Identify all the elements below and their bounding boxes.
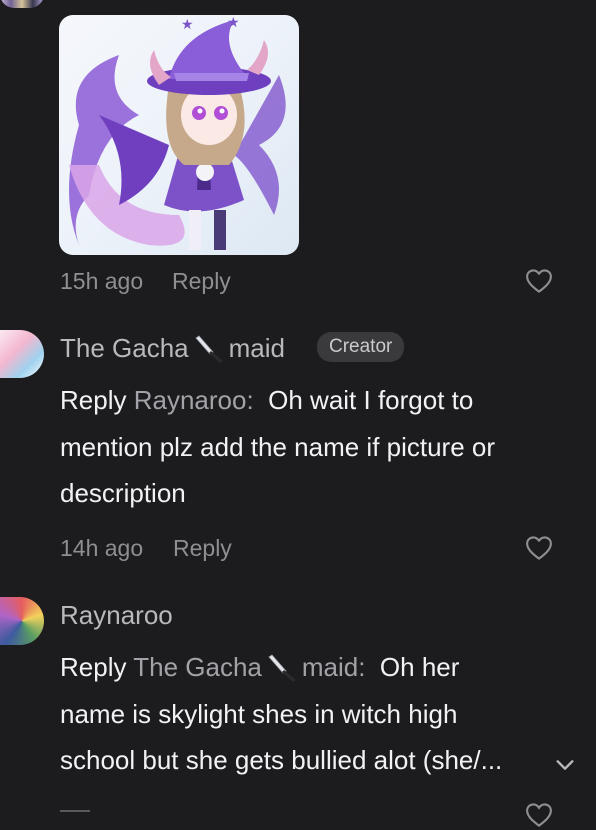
author-name-suffix: maid	[228, 333, 285, 363]
next-timestamp-clipped	[60, 800, 100, 812]
reply-button[interactable]: Reply	[173, 535, 232, 562]
reply-prefix: Reply	[60, 652, 127, 682]
attached-character-image[interactable]: ★ ★	[59, 15, 299, 255]
timestamp: 14h ago	[60, 535, 144, 561]
reply-to-name-suffix: maid:	[301, 652, 366, 682]
raynaroo-avatar[interactable]	[0, 597, 44, 645]
reply-to-user[interactable]: The Gacha maid:	[133, 652, 365, 682]
creator-avatar[interactable]	[0, 330, 44, 378]
knife-emoji-icon	[268, 654, 296, 682]
chevron-down-icon[interactable]	[554, 754, 576, 776]
comment-text-line1: Oh wait I forgot to	[268, 385, 474, 415]
heart-outline-icon[interactable]	[524, 533, 554, 563]
creator-badge: Creator	[317, 332, 405, 362]
reply-to-name-prefix: The Gacha	[133, 652, 262, 682]
comment-text-line3: description	[60, 478, 186, 508]
comment-author[interactable]: Raynaroo	[60, 600, 173, 631]
reply-button[interactable]: Reply	[172, 268, 231, 295]
comment-author[interactable]: The Gacha maid	[60, 333, 285, 364]
comment-body: Reply The Gacha maid: Oh her name is skyl…	[60, 644, 580, 784]
reply-prefix: Reply	[60, 385, 127, 415]
timestamp: 15h ago	[60, 268, 144, 294]
svg-text:★: ★	[227, 15, 240, 30]
svg-text:★: ★	[181, 16, 194, 32]
character-illustration: ★ ★	[69, 15, 286, 250]
reply-to-user[interactable]: Raynaroo:	[134, 385, 254, 415]
comment-text-line2: name is skylight shes in witch high	[60, 698, 458, 729]
comment-line: Reply The Gacha maid: Oh her	[60, 644, 580, 691]
comment-text-line1: Oh her	[379, 652, 460, 682]
comment-text-line2: mention plz add the name if picture or	[60, 431, 496, 462]
knife-emoji-icon	[195, 335, 223, 363]
author-name-prefix: The Gacha	[60, 333, 189, 363]
previous-author-avatar[interactable]	[0, 0, 44, 8]
heart-outline-icon[interactable]	[524, 800, 554, 830]
heart-outline-icon[interactable]	[524, 266, 554, 296]
comment-line: Reply Raynaroo: Oh wait I forgot to	[60, 377, 580, 424]
comment-body: Reply Raynaroo: Oh wait I forgot to ment…	[60, 377, 580, 517]
comment-text-line3: school but she gets bullied alot (she/..…	[60, 745, 503, 775]
